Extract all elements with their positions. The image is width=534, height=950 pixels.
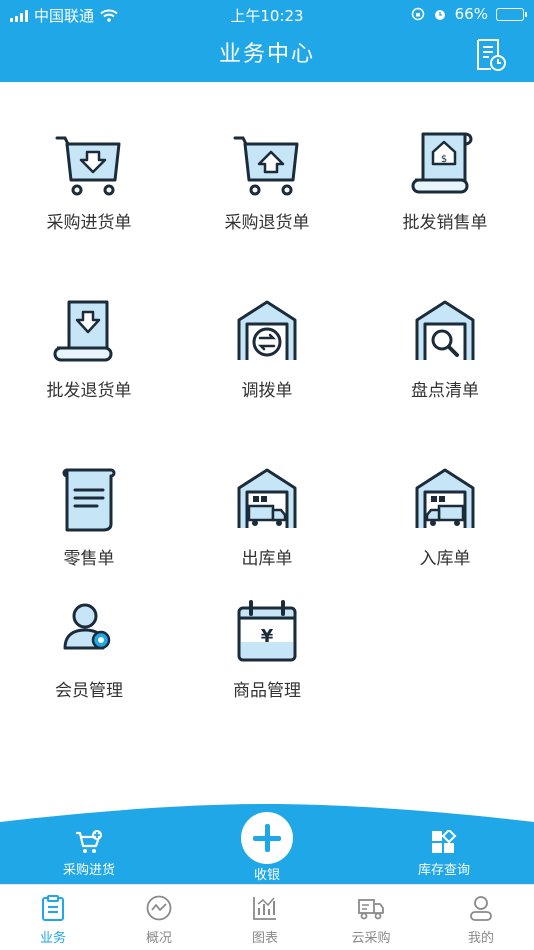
grid-item-label: 商品管理 — [233, 681, 301, 701]
grid-item-transfer[interactable]: 调拨单 — [178, 298, 356, 401]
calendar-yuan-icon: ¥ — [237, 600, 297, 662]
person-icon — [470, 896, 492, 921]
purchase-in-action[interactable]: 采购进货 — [44, 830, 134, 878]
grid-item-label: 出库单 — [241, 549, 293, 569]
tab-charts[interactable]: 图表 — [212, 895, 318, 946]
tab-label: 业务 — [39, 931, 66, 946]
grid-item-purchase-return[interactable]: 采购退货单 — [178, 130, 356, 233]
battery-icon — [496, 7, 527, 21]
grid-item-label: 批发销售单 — [402, 213, 488, 233]
app-header: 中国联通 上午10:23 66% 业务中心 — [0, 0, 534, 82]
tab-label: 我的 — [467, 931, 494, 946]
document-icon — [62, 468, 116, 532]
page-title: 业务中心 — [218, 42, 315, 67]
cashier-label: 收银 — [253, 868, 280, 883]
scroll-dollar-icon: $ — [411, 132, 473, 194]
report-icon[interactable] — [474, 38, 508, 72]
tab-business[interactable]: 业务 — [0, 895, 106, 946]
warehouse-truck-in-icon — [415, 468, 475, 528]
grid-item-retail[interactable]: 零售单 — [0, 466, 178, 569]
tab-overview[interactable]: 概况 — [106, 895, 212, 946]
grid-item-product[interactable]: ¥ 商品管理 — [178, 598, 356, 701]
grid-item-label: 零售单 — [63, 549, 115, 569]
grid-item-label: 采购退货单 — [224, 213, 310, 233]
svg-text:$: $ — [441, 154, 447, 165]
grid-item-wholesale-sale[interactable]: $ 批发销售单 — [356, 130, 534, 233]
bar-chart-icon — [253, 897, 276, 920]
trend-icon — [146, 895, 172, 921]
grid-item-stocktake[interactable]: 盘点清单 — [356, 298, 534, 401]
quick-action-bar: 采购进货 收银 库存查询 — [0, 800, 534, 884]
grid-item-label: 入库单 — [419, 549, 471, 569]
cart-out-icon — [233, 136, 299, 196]
scroll-return-icon — [53, 300, 113, 362]
status-right: 66% — [411, 5, 527, 23]
alarm-icon — [434, 10, 445, 20]
tab-label: 图表 — [251, 931, 278, 946]
grid-item-label: 调拨单 — [241, 381, 293, 401]
grid-item-inbound[interactable]: 入库单 — [356, 466, 534, 569]
purchase-in-label: 采购进货 — [62, 863, 115, 878]
member-icon — [63, 603, 111, 650]
cart-in-icon — [55, 136, 121, 196]
clipboard-icon — [42, 895, 64, 921]
tab-label: 云采购 — [351, 931, 391, 946]
tab-label: 概况 — [145, 931, 172, 946]
orientation-lock-icon — [411, 7, 424, 21]
grid-item-purchase-in[interactable]: 采购进货单 — [0, 130, 178, 233]
grid-item-label: 采购进货单 — [46, 213, 132, 233]
grid-item-wholesale-return[interactable]: 批发退货单 — [0, 298, 178, 401]
cashier-plus-button[interactable] — [241, 812, 293, 864]
inventory-query-label: 库存查询 — [417, 863, 470, 878]
status-bar: 中国联通 上午10:23 66% — [0, 0, 534, 28]
tab-bar: 业务 概况 图表 云采购 我的 — [0, 884, 534, 950]
grid-item-label: 会员管理 — [55, 681, 123, 701]
inventory-query-action[interactable]: 库存查询 — [399, 830, 489, 878]
cart-plus-icon — [76, 830, 102, 853]
grid-item-outbound[interactable]: 出库单 — [178, 466, 356, 569]
grid-apps-icon — [432, 830, 457, 853]
tab-mine[interactable]: 我的 — [428, 895, 534, 946]
tab-cloud-purchase[interactable]: 云采购 — [318, 895, 424, 946]
truck-icon — [358, 899, 384, 920]
svg-text:¥: ¥ — [261, 626, 274, 647]
warehouse-search-icon — [415, 300, 475, 360]
battery-percent: 66% — [454, 5, 488, 23]
grid-item-label: 批发退货单 — [46, 381, 132, 401]
grid-item-label: 盘点清单 — [411, 381, 479, 401]
grid-item-member[interactable]: 会员管理 — [0, 598, 178, 701]
warehouse-truck-out-icon — [237, 468, 297, 528]
warehouse-transfer-icon — [237, 300, 297, 360]
